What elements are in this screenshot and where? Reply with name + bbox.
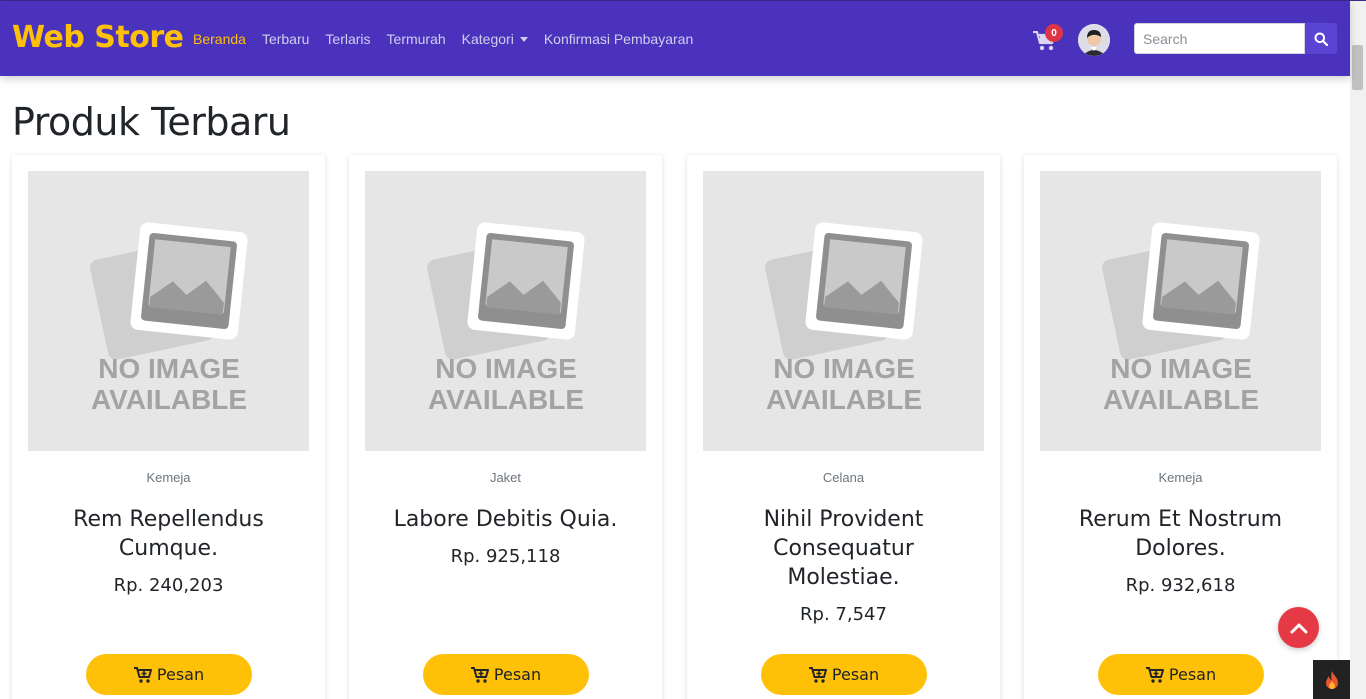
no-image-line1: NO IMAGE: [435, 353, 577, 384]
brand-logo[interactable]: Web Store: [12, 20, 184, 55]
product-card: NO IMAGE AVAILABLE Celana Nihil Providen…: [687, 155, 1000, 699]
nav-link-beranda[interactable]: Beranda: [193, 31, 246, 47]
caret-down-icon: [519, 37, 528, 43]
search-button[interactable]: [1305, 23, 1337, 54]
product-image[interactable]: NO IMAGE AVAILABLE: [1040, 171, 1321, 451]
scrollbar-thumb[interactable]: [1352, 45, 1363, 90]
product-name[interactable]: Labore Debitis Quia.: [384, 505, 627, 534]
product-card: NO IMAGE AVAILABLE Kemeja Rem Repellendu…: [12, 155, 325, 699]
order-button-label: Pesan: [156, 665, 205, 684]
product-price: Rp. 925,118: [450, 546, 561, 567]
product-card: NO IMAGE AVAILABLE Jaket Labore Debitis …: [349, 155, 662, 699]
no-image-placeholder-icon: NO IMAGE AVAILABLE: [765, 222, 923, 415]
cart-plus-icon: [1145, 666, 1164, 683]
nav-link-kategori-label: Kategori: [461, 30, 514, 47]
fire-icon: [1325, 670, 1338, 689]
no-image-line2: AVAILABLE: [91, 384, 247, 415]
no-image-line2: AVAILABLE: [1103, 384, 1259, 415]
search-icon: [1314, 32, 1328, 46]
product-category: Kemeja: [146, 470, 191, 485]
product-category: Celana: [822, 470, 865, 485]
nav-link-termurah[interactable]: Termurah: [387, 31, 446, 47]
cart-count-badge: 0: [1045, 24, 1063, 42]
cart-plus-icon: [808, 666, 827, 683]
product-name[interactable]: Rem Repellendus Cumque.: [47, 505, 290, 563]
nav-dropdown-kategori[interactable]: Kategori: [462, 31, 528, 47]
product-image[interactable]: NO IMAGE AVAILABLE: [28, 171, 309, 451]
order-button-label: Pesan: [1168, 665, 1217, 684]
order-button[interactable]: Pesan: [1098, 654, 1264, 695]
product-category: Kemeja: [1158, 470, 1203, 485]
fire-widget-button[interactable]: [1313, 660, 1350, 699]
no-image-placeholder-icon: NO IMAGE AVAILABLE: [1102, 222, 1260, 415]
nav-link-terbaru[interactable]: Terbaru: [262, 31, 309, 47]
avatar[interactable]: [1078, 24, 1110, 56]
no-image-line1: NO IMAGE: [98, 353, 240, 384]
product-price: Rp. 932,618: [1125, 575, 1236, 596]
search-input[interactable]: [1134, 23, 1305, 54]
no-image-line1: NO IMAGE: [1110, 353, 1252, 384]
no-image-placeholder-icon: NO IMAGE AVAILABLE: [427, 222, 585, 415]
cart-plus-icon: [133, 666, 152, 683]
order-button-label: Pesan: [493, 665, 542, 684]
page-title: Produk Terbaru: [12, 100, 291, 144]
product-name[interactable]: Rerum Et Nostrum Dolores.: [1059, 505, 1302, 563]
no-image-line2: AVAILABLE: [428, 384, 584, 415]
nav-link-konfirmasi-pembayaran[interactable]: Konfirmasi Pembayaran: [544, 31, 693, 47]
cart-plus-icon: [470, 666, 489, 683]
scroll-to-top-button[interactable]: [1278, 607, 1319, 648]
order-button-label: Pesan: [831, 665, 880, 684]
order-button[interactable]: Pesan: [86, 654, 252, 695]
page-scrollbar[interactable]: [1350, 1, 1366, 699]
product-image[interactable]: NO IMAGE AVAILABLE: [365, 171, 646, 451]
search-form: [1134, 23, 1337, 54]
nav-links: Beranda Terbaru Terlaris Termurah Katego…: [193, 1, 709, 76]
no-image-line2: AVAILABLE: [766, 384, 922, 415]
product-price: Rp. 7,547: [800, 604, 887, 625]
order-button[interactable]: Pesan: [423, 654, 589, 695]
nav-link-terlaris[interactable]: Terlaris: [325, 31, 370, 47]
product-category: Jaket: [489, 470, 522, 485]
no-image-line1: NO IMAGE: [773, 353, 915, 384]
order-button[interactable]: Pesan: [761, 654, 927, 695]
product-name[interactable]: Nihil Provident Consequatur Molestiae.: [722, 505, 965, 592]
product-image[interactable]: NO IMAGE AVAILABLE: [703, 171, 984, 451]
product-price: Rp. 240,203: [113, 575, 224, 596]
no-image-placeholder-icon: NO IMAGE AVAILABLE: [90, 222, 248, 415]
chevron-up-icon: [1290, 623, 1307, 633]
